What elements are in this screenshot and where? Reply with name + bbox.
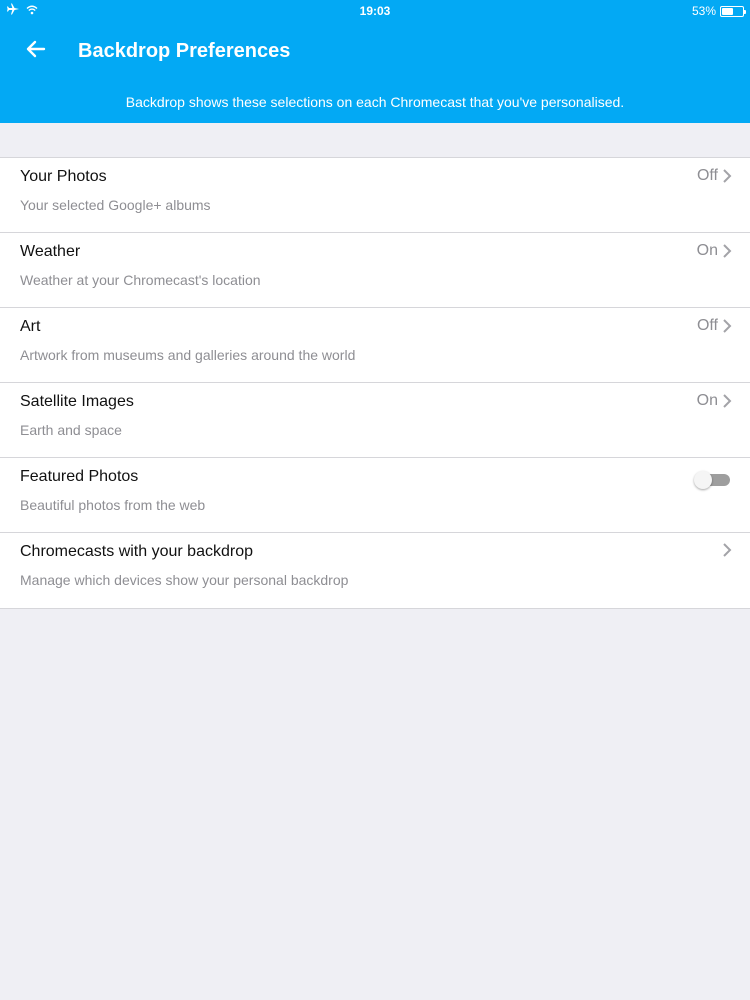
pref-value: Off xyxy=(696,317,718,334)
pref-description: Beautiful photos from the web xyxy=(20,497,206,513)
chevron-right-icon xyxy=(723,244,732,258)
status-bar: 19:03 53% xyxy=(0,0,750,20)
pref-row-featured-photos: Featured Photos Beautiful photos from th… xyxy=(0,458,750,533)
page-title: Backdrop Preferences xyxy=(78,40,291,62)
pref-value: Off xyxy=(696,167,718,184)
pref-description: Weather at your Chromecast's location xyxy=(20,272,261,288)
chevron-right-icon xyxy=(723,169,732,183)
back-arrow-icon xyxy=(26,40,46,63)
pref-value-area: Off xyxy=(697,317,732,335)
pref-description: Manage which devices show your personal … xyxy=(20,572,349,588)
pref-title: Art xyxy=(20,318,41,335)
chevron-right-icon xyxy=(723,394,732,408)
pref-row-your-photos[interactable]: Your Photos Your selected Google+ albums… xyxy=(0,158,750,233)
toggle-knob xyxy=(694,471,712,489)
battery-fill xyxy=(722,7,733,15)
pref-row-chromecasts[interactable]: Chromecasts with your backdrop Manage wh… xyxy=(0,533,750,608)
battery-icon xyxy=(720,5,746,17)
featured-photos-toggle[interactable] xyxy=(694,471,730,489)
page-subtitle: Backdrop shows these selections on each … xyxy=(125,94,625,110)
pref-title: Chromecasts with your backdrop xyxy=(20,543,253,560)
pref-value-area xyxy=(722,542,732,558)
battery-percent: 53% xyxy=(691,4,716,18)
back-button[interactable] xyxy=(18,36,54,66)
pref-row-satellite-images[interactable]: Satellite Images Earth and space On xyxy=(0,383,750,458)
pref-value: On xyxy=(696,242,718,259)
chevron-right-icon xyxy=(723,319,732,333)
pref-title: Featured Photos xyxy=(20,468,139,485)
status-right: 53% xyxy=(691,4,746,18)
pref-value-area: On xyxy=(697,242,732,260)
pref-value: On xyxy=(696,392,718,409)
pref-title: Satellite Images xyxy=(20,393,134,410)
pref-title: Your Photos xyxy=(20,168,107,185)
pref-title: Weather xyxy=(20,243,81,260)
chevron-right-icon xyxy=(723,543,732,557)
pref-value-area: On xyxy=(697,392,732,410)
pref-description: Your selected Google+ albums xyxy=(20,197,211,213)
pref-description: Earth and space xyxy=(20,422,122,438)
pref-description: Artwork from museums and galleries aroun… xyxy=(20,347,356,363)
status-time: 19:03 xyxy=(359,4,391,18)
preferences-list: Your Photos Your selected Google+ albums… xyxy=(0,157,750,609)
pref-row-weather[interactable]: Weather Weather at your Chromecast's loc… xyxy=(0,233,750,308)
pref-value-area: Off xyxy=(697,167,732,185)
pref-row-art[interactable]: Art Artwork from museums and galleries a… xyxy=(0,308,750,383)
app-bar: Backdrop Preferences Backdrop shows thes… xyxy=(0,20,750,123)
